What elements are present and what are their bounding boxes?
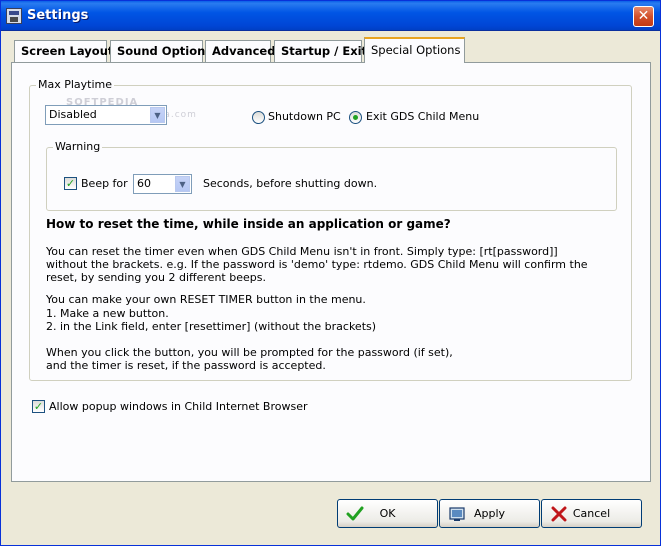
allow-popup-label[interactable]: Allow popup windows in Child Internet Br… [49,400,307,414]
title-bar[interactable]: Settings ✕ [1,1,660,31]
cancel-button[interactable]: Cancel [541,499,642,528]
tab-special-options[interactable]: Special Options [364,37,465,63]
help-text-line: You can make your own RESET TIMER button… [46,293,366,306]
help-text-line: and the timer is reset, if the password … [46,359,326,372]
warning-label: Warning [53,140,103,154]
chevron-down-icon[interactable]: ▼ [150,107,165,123]
window-title: Settings [27,8,89,23]
apply-button[interactable]: Apply [439,499,540,528]
app-icon [6,8,22,24]
reset-help-heading: How to reset the time, while inside an a… [46,217,451,231]
max-playtime-group: Max Playtime [29,78,632,381]
beep-seconds-dropdown[interactable]: 60 ▼ [133,174,192,194]
help-text-line: reset, by sending you 2 different beeps. [46,271,266,284]
max-playtime-label: Max Playtime [36,78,115,92]
cancel-label: Cancel [572,507,611,520]
seconds-text: Seconds, before shutting down. [203,177,378,190]
tab-screen-layout[interactable]: Screen Layout [14,40,113,62]
beep-seconds-value: 60 [137,177,151,190]
tab-advanced[interactable]: Advanced [205,40,275,62]
ok-label: OK [379,507,396,520]
beep-checkbox[interactable]: ✓ [64,177,77,190]
help-text-line: without the brackets. e.g. If the passwo… [46,258,588,271]
tab-sound-options[interactable]: Sound Options [110,40,212,62]
max-playtime-value: Disabled [49,108,97,121]
help-text-line: 1. Make a new button. [46,307,169,320]
close-button[interactable]: ✕ [633,6,654,27]
ok-button[interactable]: OK [337,499,438,528]
help-text-line: 2. in the Link field, enter [resettimer]… [46,320,377,333]
help-text-line: You can reset the timer even when GDS Ch… [46,245,558,258]
beep-label[interactable]: Beep for [81,177,128,191]
tab-startup-exit[interactable]: Startup / Exit [274,40,367,62]
allow-popup-checkbox[interactable]: ✓ [32,400,45,413]
special-options-panel: Max Playtime SOFTPEDIA www.softpedia.com… [11,62,651,482]
shutdown-pc-radio[interactable] [252,111,265,124]
chevron-down-icon[interactable]: ▼ [175,176,190,192]
max-playtime-dropdown[interactable]: Disabled ▼ [45,105,167,125]
apply-label: Apply [473,507,506,520]
help-text-line: When you click the button, you will be p… [46,346,453,359]
settings-window: Settings ✕ Screen Layout Sound Options A… [0,0,661,546]
exit-menu-radio[interactable] [349,111,362,124]
shutdown-pc-label[interactable]: Shutdown PC [268,110,341,124]
exit-menu-label[interactable]: Exit GDS Child Menu [366,110,479,124]
